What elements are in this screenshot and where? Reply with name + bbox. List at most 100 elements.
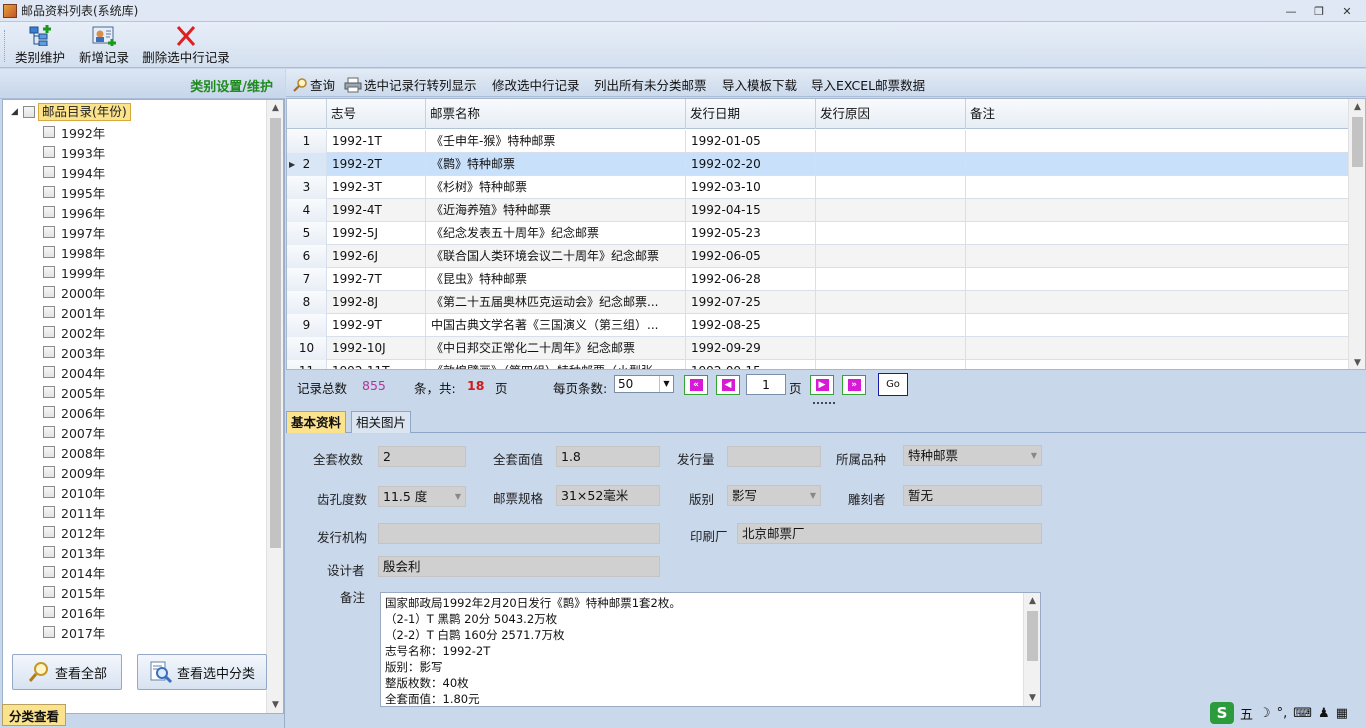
cell-remark[interactable]	[966, 176, 1349, 199]
ime-mode[interactable]: 五	[1240, 704, 1253, 723]
cell-code[interactable]: 1992-9T	[327, 314, 426, 337]
list-unclassified-button[interactable]: 列出所有未分类邮票	[594, 75, 707, 94]
cell-reason[interactable]	[816, 199, 966, 222]
table-row[interactable]: 3 1992-3T 《杉树》特种邮票 1992-03-10	[287, 176, 1349, 199]
format-select[interactable]: 影写 ▼	[727, 485, 821, 506]
go-button[interactable]: Go	[878, 373, 908, 396]
category-view-tab[interactable]: 分类查看	[2, 704, 66, 726]
row-number[interactable]: 10	[287, 337, 327, 360]
cell-remark[interactable]	[966, 291, 1349, 314]
perforation-dropdown-icon[interactable]: ▼	[455, 487, 461, 506]
cell-code[interactable]: 1992-5J	[327, 222, 426, 245]
cell-remark[interactable]	[966, 314, 1349, 337]
tree-root-checkbox[interactable]	[23, 106, 35, 118]
restore-button[interactable]: ❐	[1306, 2, 1332, 20]
tree-item-checkbox[interactable]	[43, 326, 55, 338]
table-row[interactable]: 1 1992-1T 《壬申年-猴》特种邮票 1992-01-05	[287, 130, 1349, 153]
grid-scrollbar[interactable]: ▲ ▼	[1348, 99, 1365, 369]
cell-name[interactable]: 《敦煌壁画》（第四组）特种邮票（小型张	[426, 360, 686, 369]
tree-item-year[interactable]: 2011年	[43, 502, 105, 522]
download-template-button[interactable]: 导入模板下载	[722, 75, 797, 94]
cell-remark[interactable]	[966, 153, 1349, 176]
panel-splitter[interactable]	[813, 402, 835, 406]
tree-root[interactable]: ◢ 邮品目录(年份)	[11, 102, 131, 122]
tree-item-label[interactable]: 1999年	[61, 263, 105, 282]
tree-item-label[interactable]: 2016年	[61, 603, 105, 622]
tree-item-label[interactable]: 2001年	[61, 303, 105, 322]
tree-item-label[interactable]: 2013年	[61, 543, 105, 562]
first-page-button[interactable]: «	[684, 375, 708, 395]
cell-date[interactable]: 1992-06-28	[686, 268, 816, 291]
cell-reason[interactable]	[816, 337, 966, 360]
cell-date[interactable]: 1992-04-15	[686, 199, 816, 222]
tree-item-checkbox[interactable]	[43, 386, 55, 398]
cell-name[interactable]: 《壬申年-猴》特种邮票	[426, 130, 686, 153]
cell-remark[interactable]	[966, 222, 1349, 245]
remark-scrollbar[interactable]: ▲ ▼	[1023, 593, 1040, 706]
cell-remark[interactable]	[966, 199, 1349, 222]
last-page-button[interactable]: »	[842, 375, 866, 395]
new-record-button[interactable]: 新增记录	[76, 24, 132, 66]
tree-item-label[interactable]: 2012年	[61, 523, 105, 542]
issuer-field[interactable]	[378, 523, 660, 544]
tree-item-label[interactable]: 2003年	[61, 343, 105, 362]
tree-item-checkbox[interactable]	[43, 346, 55, 358]
remark-scroll-up-icon[interactable]: ▲	[1024, 593, 1041, 609]
cell-code[interactable]: 1992-4T	[327, 199, 426, 222]
tree-item-year[interactable]: 2002年	[43, 322, 105, 342]
variety-dropdown-icon[interactable]: ▼	[1031, 446, 1037, 465]
cell-code[interactable]: 1992-3T	[327, 176, 426, 199]
tree-item-label[interactable]: 2000年	[61, 283, 105, 302]
row-to-column-button[interactable]: 选中记录行转列显示	[344, 75, 477, 94]
face-value-field[interactable]: 1.8	[556, 446, 660, 467]
row-number[interactable]: 7	[287, 268, 327, 291]
cell-remark[interactable]	[966, 245, 1349, 268]
tree-item-year[interactable]: 1998年	[43, 242, 105, 262]
table-row[interactable]: 7 1992-7T 《昆虫》特种邮票 1992-06-28	[287, 268, 1349, 291]
tree-item-checkbox[interactable]	[43, 306, 55, 318]
column-header-code[interactable]: 志号	[327, 99, 426, 129]
tree-item-year[interactable]: 2014年	[43, 562, 105, 582]
cell-reason[interactable]	[816, 314, 966, 337]
tree-item-checkbox[interactable]	[43, 606, 55, 618]
tree-item-year[interactable]: 1993年	[43, 142, 105, 162]
table-row[interactable]: 6 1992-6J 《联合国人类环境会议二十周年》纪念邮票 1992-06-05	[287, 245, 1349, 268]
tree-item-checkbox[interactable]	[43, 526, 55, 538]
column-header-remark[interactable]: 备注	[966, 99, 1349, 129]
tree-item-checkbox[interactable]	[43, 586, 55, 598]
tree-item-checkbox[interactable]	[43, 206, 55, 218]
cell-date[interactable]: 1992-01-05	[686, 130, 816, 153]
tree-item-label[interactable]: 1993年	[61, 143, 105, 162]
printer-field[interactable]: 北京邮票厂	[737, 523, 1042, 544]
tree-item-label[interactable]: 1998年	[61, 243, 105, 262]
cell-code[interactable]: 1992-7T	[327, 268, 426, 291]
row-number[interactable]: 11	[287, 360, 327, 369]
tree-item-year[interactable]: 2009年	[43, 462, 105, 482]
tree-item-label[interactable]: 2004年	[61, 363, 105, 382]
tree-item-label[interactable]: 2017年	[61, 623, 105, 642]
table-row[interactable]: 5 1992-5J 《纪念发表五十周年》纪念邮票 1992-05-23	[287, 222, 1349, 245]
view-selected-button[interactable]: 查看选中分类	[137, 654, 267, 690]
close-button[interactable]: ✕	[1334, 2, 1360, 20]
cell-code[interactable]: 1992-2T	[327, 153, 426, 176]
row-number[interactable]: 1	[287, 130, 327, 153]
cell-reason[interactable]	[816, 130, 966, 153]
tree-item-year[interactable]: 1995年	[43, 182, 105, 202]
cell-remark[interactable]	[966, 130, 1349, 153]
cell-name[interactable]: 《第二十五届奥林匹克运动会》纪念邮票...	[426, 291, 686, 314]
per-page-select[interactable]: 50 ▼	[614, 375, 674, 393]
cell-reason[interactable]	[816, 153, 966, 176]
tree-item-year[interactable]: 1992年	[43, 122, 105, 142]
category-tree[interactable]: ◢ 邮品目录(年份) 1992年 1993年 1994年 1995年 1996年 1997…	[2, 99, 284, 714]
cell-reason[interactable]	[816, 176, 966, 199]
tree-item-checkbox[interactable]	[43, 226, 55, 238]
format-dropdown-icon[interactable]: ▼	[810, 486, 816, 505]
tree-item-checkbox[interactable]	[43, 486, 55, 498]
engraver-field[interactable]: 暂无	[903, 485, 1042, 506]
punctuation-icon[interactable]: °,	[1277, 706, 1288, 721]
cell-code[interactable]: 1992-11T	[327, 360, 426, 369]
scroll-down-icon[interactable]: ▼	[267, 697, 283, 713]
table-row[interactable]: 111992-11T《敦煌壁画》（第四组）特种邮票（小型张1992-09-15	[287, 360, 1349, 369]
tree-item-year[interactable]: 2000年	[43, 282, 105, 302]
cell-reason[interactable]	[816, 222, 966, 245]
